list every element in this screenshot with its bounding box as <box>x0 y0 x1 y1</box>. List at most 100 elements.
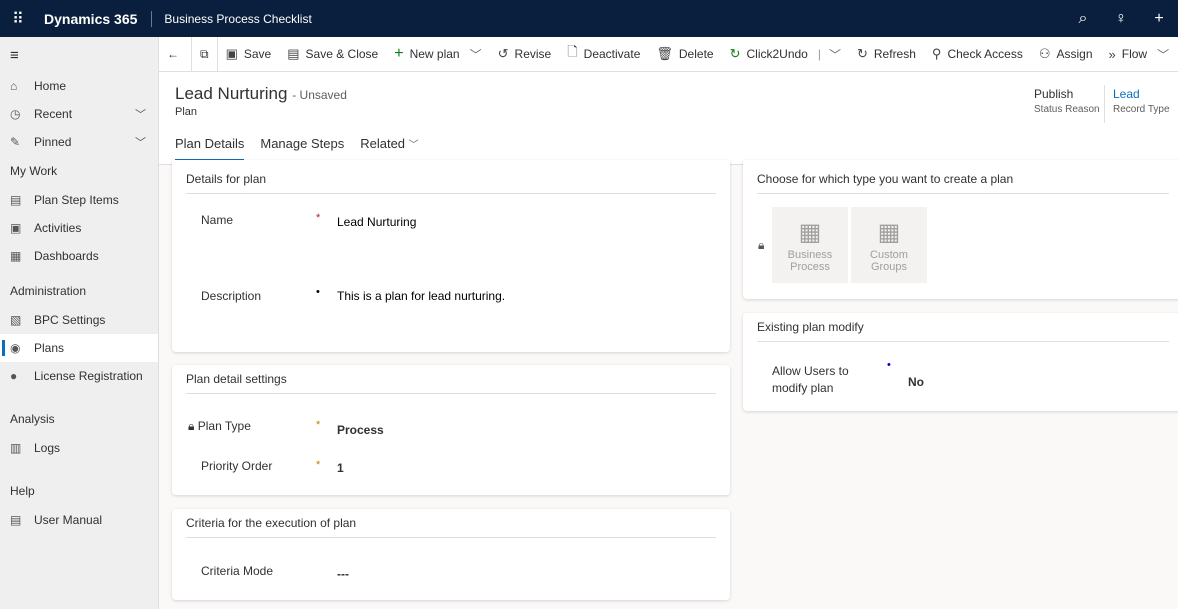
settings-icon: ▧ <box>10 313 22 327</box>
brand[interactable]: Dynamics 365 <box>36 10 153 27</box>
app-launcher-icon[interactable]: ⠿ <box>0 9 36 29</box>
priority-order-label: Priority Order <box>201 459 273 473</box>
undo-icon: ↻ <box>729 46 741 61</box>
section-administration: Administration <box>10 284 87 298</box>
sidebar-item-home[interactable]: ⌂ Home <box>0 72 158 100</box>
name-label: Name <box>201 213 234 227</box>
clock-icon: ◷ <box>10 107 21 121</box>
entity-name: Plan <box>175 106 198 118</box>
priority-order-field[interactable]: 1 <box>337 461 344 475</box>
custom-groups-tile[interactable]: ▦ Custom Groups <box>851 207 927 283</box>
deactivate-button[interactable]: 🗋 Deactivate <box>559 37 648 72</box>
tab-plan-details[interactable]: Plan Details <box>175 136 245 162</box>
save-close-button[interactable]: ▤ Save & Close <box>279 37 386 72</box>
sidebar-item-plan-step-items[interactable]: ▤ Plan Step Items <box>0 186 158 214</box>
target-icon: ◉ <box>10 341 21 355</box>
unsaved-indicator: - Unsaved <box>292 88 347 102</box>
popout-icon: ⧉ <box>200 46 209 61</box>
chevron-down-icon[interactable]: ﹀ <box>829 46 841 63</box>
plan-type-field: Process <box>337 423 384 437</box>
dashboard-icon: ▦ <box>10 249 22 263</box>
required-icon: * <box>316 419 321 431</box>
allow-modify-label: Allow Users to modify plan <box>772 364 849 395</box>
plus-icon: + <box>394 45 404 62</box>
sidebar-item-license-registration[interactable]: ● License Registration <box>0 362 158 390</box>
description-field[interactable]: This is a plan for lead nurturing. <box>337 289 505 303</box>
tab-manage-steps[interactable]: Manage Steps <box>260 136 344 162</box>
criteria-mode-field[interactable]: --- <box>337 567 349 581</box>
new-plan-button[interactable]: + New plan ﹀ <box>386 37 489 72</box>
sidebar-item-plans[interactable]: ◉ Plans <box>0 334 158 362</box>
save-close-icon: ▤ <box>287 46 300 61</box>
check-access-button[interactable]: ⚲ Check Access <box>924 37 1031 72</box>
section-title: Existing plan modify <box>757 313 1169 342</box>
hamburger-icon[interactable]: ≡ <box>0 37 158 72</box>
revise-icon: ↺ <box>497 46 509 61</box>
sidebar-item-activities[interactable]: ▣ Activities <box>0 214 158 242</box>
save-icon: ▣ <box>225 46 238 61</box>
criteria-mode-label: Criteria Mode <box>201 564 274 578</box>
key-icon: ⚲ <box>931 46 942 61</box>
plus-icon[interactable]: + <box>1140 10 1178 28</box>
search-icon[interactable]: ⌕ <box>1064 10 1102 28</box>
trash-icon: 🗑 <box>656 46 673 61</box>
command-bar: ← ⧉ ▣ Save ▤ Save & Close + New plan ﹀ ↺ Revi… <box>159 36 1178 72</box>
sidebar-item-logs[interactable]: ▥ Logs <box>0 434 158 462</box>
sidebar: ≡ ⌂ Home ◷ Recent ﹀ ✎ Pinned ﹀ My Work ▤ Plan … <box>0 37 159 609</box>
sidebar-item-recent[interactable]: ◷ Recent ﹀ <box>0 100 158 128</box>
book-icon: ▤ <box>10 513 22 527</box>
sidebar-item-pinned[interactable]: ✎ Pinned ﹀ <box>0 128 158 156</box>
section-analysis: Analysis <box>10 412 55 426</box>
delete-button[interactable]: 🗑 Delete <box>648 37 721 72</box>
lock-icon: 🔒︎ <box>188 419 195 433</box>
calendar-grid-icon: ▦ <box>877 219 901 246</box>
recommended-icon: • <box>316 286 320 298</box>
lightbulb-icon[interactable]: ♀ <box>1102 10 1140 28</box>
choose-type-card: Choose for which type you want to create… <box>743 160 1178 299</box>
flow-button[interactable]: » Flow ﹀ <box>1101 37 1178 72</box>
click2undo-button[interactable]: ↻ Click2Undo | ﹀ <box>722 37 849 72</box>
chevron-down-icon[interactable]: ﹀ <box>1157 46 1169 63</box>
recommended-icon: • <box>887 359 891 371</box>
section-title: Criteria for the execution of plan <box>186 509 716 538</box>
deactivate-icon: 🗋 <box>567 44 578 59</box>
refresh-icon: ↻ <box>856 46 868 61</box>
description-label: Description <box>201 289 262 303</box>
lock-icon: 🔒︎ <box>758 238 765 252</box>
tab-related[interactable]: Related ﹀ <box>360 136 418 162</box>
section-title: Plan detail settings <box>186 365 716 394</box>
clipboard-icon: ▣ <box>10 221 22 235</box>
assign-button[interactable]: ⚇ Assign <box>1031 37 1101 72</box>
calendar-icon: ▦ <box>798 219 822 246</box>
save-button[interactable]: ▣ Save <box>218 37 280 72</box>
criteria-card: Criteria for the execution of plan Crite… <box>172 509 730 600</box>
top-bar: ⠿ Dynamics 365 Business Process Checklis… <box>0 0 1178 37</box>
home-icon: ⌂ <box>10 79 18 93</box>
section-title: Choose for which type you want to create… <box>757 165 1169 194</box>
log-icon: ▥ <box>10 441 22 455</box>
details-card: Details for plan Name * Lead Nurturing D… <box>172 160 730 352</box>
license-icon: ● <box>10 369 18 383</box>
page-title: Lead Nurturing - Unsaved <box>175 84 347 103</box>
refresh-button[interactable]: ↻ Refresh <box>849 37 924 72</box>
app-title[interactable]: Business Process Checklist <box>152 12 311 26</box>
revise-button[interactable]: ↺ Revise <box>490 37 560 72</box>
pin-icon: ✎ <box>10 135 21 149</box>
chevron-down-icon[interactable]: ﹀ <box>470 46 482 63</box>
sidebar-item-user-manual[interactable]: ▤ User Manual <box>0 506 158 534</box>
sidebar-item-bpc-settings[interactable]: ▧ BPC Settings <box>0 306 158 334</box>
name-field[interactable]: Lead Nurturing <box>337 215 416 229</box>
sidebar-item-dashboards[interactable]: ▦ Dashboards <box>0 242 158 270</box>
back-button[interactable]: ← <box>159 37 191 72</box>
back-arrow-icon: ← <box>167 47 179 61</box>
chevron-down-icon[interactable]: ﹀ <box>135 106 146 122</box>
section-my-work: My Work <box>10 164 58 178</box>
business-process-tile[interactable]: ▦ Business Process <box>772 207 848 283</box>
record-header: Lead Nurturing - Unsaved Plan Publish Sta… <box>159 72 1178 165</box>
popout-button[interactable]: ⧉ <box>192 37 217 72</box>
chevron-down-icon[interactable]: ﹀ <box>135 134 146 150</box>
list-icon: ▤ <box>10 193 22 207</box>
required-icon: * <box>316 212 321 224</box>
flow-icon: » <box>1108 46 1116 62</box>
allow-modify-field[interactable]: No <box>908 375 924 389</box>
